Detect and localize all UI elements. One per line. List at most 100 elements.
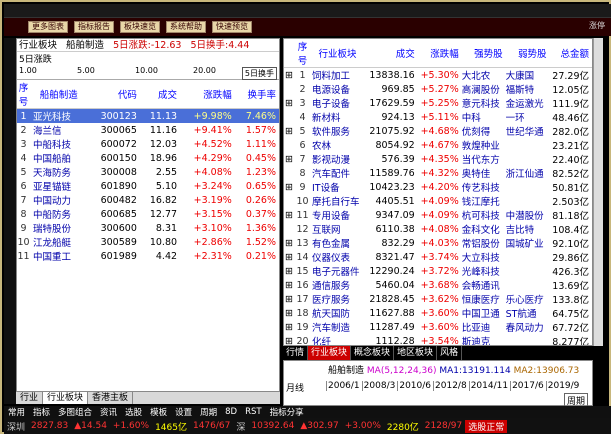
ranking-tab[interactable]: 概念板块 [351, 346, 395, 360]
table-cell: 新材料 [312, 113, 341, 124]
table-row[interactable]: 12 互联网 6110.38 +4.08% 金科文化 吉比特 108.4亿 [284, 222, 592, 237]
table-row[interactable]: ⊞ 15 电子元器件 12290.24 +3.72% 光峰科技 426.3亿 [284, 264, 592, 279]
expand-toggle[interactable]: ⊞ [284, 320, 296, 334]
expand-toggle[interactable] [284, 194, 296, 208]
expand-toggle[interactable]: ⊞ [284, 180, 296, 194]
column-header[interactable]: 成交 [366, 39, 418, 68]
column-header[interactable]: 代码 [87, 80, 140, 109]
function-button[interactable]: 资讯 [96, 406, 121, 418]
table-row[interactable]: 4 中国船舶 600150 18.96 +4.29% 0.45% [17, 151, 279, 166]
sector-5day-change: 5日涨跌:-12.63 [113, 40, 182, 51]
scrollbar[interactable] [593, 38, 603, 346]
toolbar-button[interactable]: 更多图表 [28, 21, 68, 33]
expand-toggle[interactable]: ⊞ [284, 68, 296, 83]
function-button[interactable]: 周期 [196, 406, 221, 418]
table-row[interactable]: 1 亚光科技 300123 11.13 +9.98% 7.46% [17, 108, 279, 123]
table-cell: 8 [299, 167, 306, 179]
column-header[interactable]: 船舶制造 [33, 80, 88, 109]
function-button[interactable]: 指标 [29, 406, 54, 418]
table-row[interactable]: ⊞ 9 IT设备 10423.23 +4.20% 传艺科技 50.81亿 [284, 180, 592, 195]
left-tab[interactable]: 行业板块 [43, 392, 89, 404]
table-row[interactable]: ⊞ 11 专用设备 9347.09 +4.09% 杭可科技 中潜股份 81.18亿 [284, 208, 592, 223]
column-header[interactable]: 总金额 [549, 39, 592, 68]
table-row[interactable]: ⊞ 3 电子设备 17629.59 +5.25% 意元科技 金运激光 111.9亿 [284, 96, 592, 111]
table-row[interactable]: 6 亚星锚链 601890 5.10 +3.24% 0.65% [17, 179, 279, 194]
expand-toggle[interactable]: ⊞ [284, 152, 296, 166]
expand-toggle[interactable]: ⊞ [284, 124, 296, 138]
function-button[interactable]: 模板 [146, 406, 171, 418]
toolbar-button[interactable]: 系统帮助 [166, 21, 206, 33]
expand-toggle[interactable]: ⊞ [284, 292, 296, 306]
expand-toggle[interactable]: ⊞ [284, 278, 296, 292]
column-header[interactable]: 涨跌幅 [180, 80, 235, 109]
table-row[interactable]: 4 新材料 924.13 +5.11% 中科 一环 48.46亿 [284, 110, 592, 125]
ticker-label: 深圳 [7, 422, 26, 433]
ranking-tab[interactable]: 行业板块 [308, 346, 352, 360]
table-row[interactable]: 2 海兰信 300065 11.16 +9.41% 1.57% [17, 123, 279, 138]
function-button[interactable]: 常用 [4, 406, 29, 418]
turnover-toggle[interactable]: 5日换手 [241, 67, 277, 80]
table-cell: 12.77 [149, 208, 178, 220]
function-button[interactable]: 指标分享 [266, 406, 308, 418]
column-header[interactable]: 涨跌幅 [417, 39, 462, 68]
expand-toggle[interactable]: ⊞ [284, 236, 296, 250]
left-tab[interactable]: 香港主板 [88, 392, 134, 404]
table-row[interactable]: ⊞ 17 医疗服务 21828.45 +3.62% 恒康医疗 乐心医疗 133.8亿 [284, 292, 592, 307]
toolbar-button[interactable]: 板块速览 [120, 21, 160, 33]
expand-toggle[interactable]: ⊞ [284, 306, 296, 320]
table-row[interactable]: 10 摩托自行车 4405.51 +4.09% 钱江摩托 2.503亿 [284, 194, 592, 209]
function-button[interactable]: RST [241, 407, 266, 417]
left-tab[interactable]: 行业 [16, 392, 44, 404]
function-button[interactable]: 8D [221, 407, 241, 417]
expand-toggle[interactable] [284, 166, 296, 180]
table-row[interactable]: 3 中船科技 600072 12.03 +4.52% 1.11% [17, 137, 279, 152]
column-header[interactable]: 换手率 [234, 80, 279, 109]
expand-toggle[interactable]: ⊞ [284, 334, 296, 346]
table-row[interactable]: ⊞ 18 航天国防 11627.88 +3.60% 中国卫通 ST航通 64.75亿 [284, 306, 592, 321]
ranking-tab[interactable]: 地区板块 [394, 346, 438, 360]
table-row[interactable]: ⊞ 13 有色金属 832.29 +4.03% 常铝股份 国城矿业 92.10亿 [284, 236, 592, 251]
table-row[interactable]: 2 电源设备 969.85 +5.27% 高澜股份 福斯特 12.05亿 [284, 82, 592, 97]
expand-toggle[interactable]: ⊞ [284, 250, 296, 264]
function-button[interactable]: 设置 [171, 406, 196, 418]
toolbar-button[interactable]: 指标报告 [74, 21, 114, 33]
table-row[interactable]: ⊞ 1 饲料加工 13838.16 +5.30% 大北农 大康国 27.29亿 [284, 68, 592, 83]
expand-toggle[interactable] [284, 222, 296, 236]
expand-toggle[interactable]: ⊞ [284, 96, 296, 110]
table-row[interactable]: ⊞ 14 仪器仪表 8321.47 +3.74% 大立科技 29.86亿 [284, 250, 592, 265]
column-header[interactable]: 强势股 [461, 39, 506, 68]
table-cell: 4405.51 [375, 195, 415, 207]
table-row[interactable]: ⊞ 7 影视动漫 576.39 +4.35% 当代东方 22.40亿 [284, 152, 592, 167]
toolbar-button[interactable]: 快速预览 [212, 21, 252, 33]
column-header[interactable]: 成交 [139, 80, 181, 109]
table-cell: 吉比特 [505, 225, 535, 236]
stock-picker-status[interactable]: 选股正常 [465, 419, 508, 433]
expand-toggle[interactable] [284, 138, 296, 152]
function-button[interactable]: 选股 [121, 406, 146, 418]
kline-period-label[interactable]: 月线 [286, 381, 304, 394]
table-row[interactable]: 6 农林 8054.92 +4.67% 敦煌种业 23.21亿 [284, 138, 592, 153]
column-header[interactable]: 弱势股 [505, 39, 550, 68]
table-row[interactable]: ⊞ 16 通信服务 5460.04 +3.68% 会畅通讯 13.69亿 [284, 278, 592, 293]
expand-toggle[interactable] [284, 110, 296, 124]
table-cell: 大康国 [505, 71, 535, 82]
table-row[interactable]: 8 中船防务 600685 12.77 +3.15% 0.37% [17, 207, 279, 222]
table-row[interactable]: ⊞ 19 汽车制造 11287.49 +3.60% 比亚迪 春风动力 67.72亿 [284, 320, 592, 335]
table-row[interactable]: 5 天海防务 300008 2.55 +4.08% 1.23% [17, 165, 279, 180]
table-row[interactable]: ⊞ 5 软件服务 21075.92 +4.68% 优刻得 世纪华通 282.0亿 [284, 124, 592, 139]
table-row[interactable]: 11 中国重工 601989 4.42 +2.31% 0.21% [17, 249, 279, 264]
ranking-tab[interactable]: 风格 [437, 346, 463, 360]
column-header[interactable]: 序号 [296, 39, 312, 68]
table-row[interactable]: 8 汽车配件 11589.76 +4.32% 奥特佳 浙江仙通 82.52亿 [284, 166, 592, 181]
expand-toggle[interactable]: ⊞ [284, 208, 296, 222]
function-button[interactable]: 多图组合 [54, 406, 96, 418]
table-row[interactable]: 7 中国动力 600482 16.82 +3.19% 0.26% [17, 193, 279, 208]
table-row[interactable]: 9 瑞特股份 300600 8.31 +3.10% 1.36% [17, 221, 279, 236]
table-row[interactable]: ⊞ 20 化纤 1112.28 +3.54% 斯迪克 8.277亿 [284, 334, 592, 346]
table-row[interactable]: 10 江龙船艇 300589 10.80 +2.86% 1.52% [17, 235, 279, 250]
column-header[interactable]: 行业板块 [312, 39, 367, 68]
expand-toggle[interactable] [284, 82, 296, 96]
expand-toggle[interactable]: ⊞ [284, 264, 296, 278]
ranking-tab[interactable]: 行情 [283, 346, 309, 360]
column-header[interactable]: 序号 [17, 80, 33, 109]
